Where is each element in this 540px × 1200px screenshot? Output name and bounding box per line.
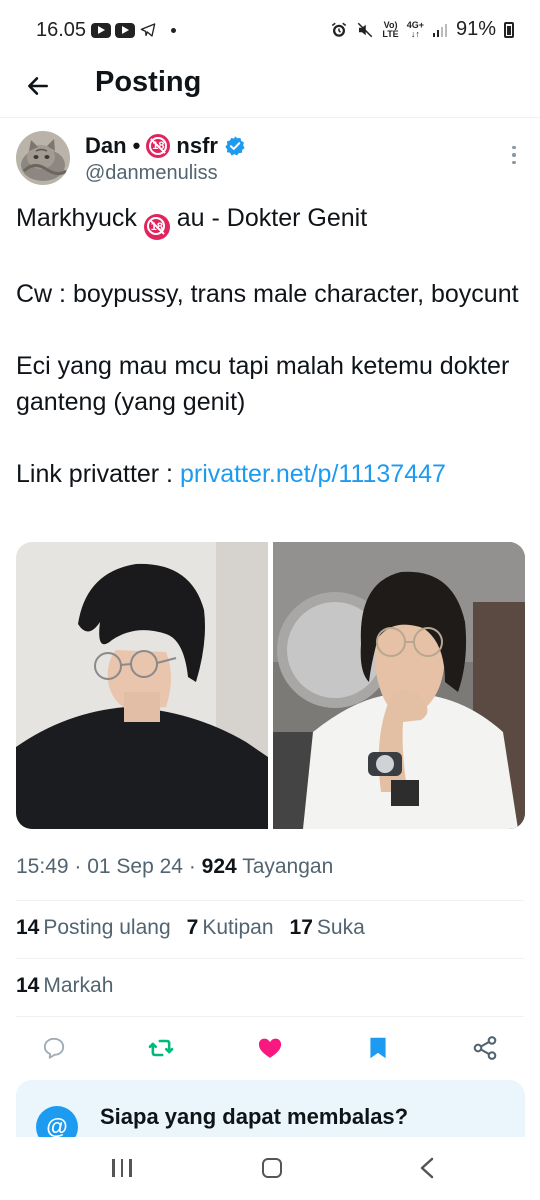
divider — [16, 900, 524, 901]
likes-stat[interactable]: 17 Suka — [290, 916, 365, 940]
bookmarks-stat[interactable]: 14 Markah — [16, 974, 113, 998]
reposts-stat[interactable]: 14 Posting ulang — [16, 916, 171, 940]
author-name: Dan • — [85, 133, 141, 158]
more-dots-icon — [512, 145, 516, 150]
battery-percent: 91% — [455, 18, 496, 40]
tweet-content-warning: Cw : boypussy, trans male character, boy… — [16, 280, 519, 308]
tweet-description: Eci yang mau mcu tapi malah ketemu dokte… — [16, 352, 510, 416]
share-button[interactable] — [469, 1032, 501, 1064]
alarm-icon — [332, 22, 347, 37]
tweet-link[interactable]: privatter.net/p/11137447 — [180, 460, 446, 488]
recent-apps-button[interactable] — [112, 1159, 132, 1177]
repost-icon — [148, 1039, 174, 1057]
heart-icon — [258, 1038, 282, 1058]
system-nav-bar — [0, 1137, 540, 1200]
reply-icon — [43, 1037, 65, 1059]
author-handle[interactable]: @danmenuliss — [85, 162, 218, 185]
status-time: 16.05 — [36, 19, 87, 41]
no-under-18-icon: 18 — [143, 214, 170, 240]
author-name-row[interactable]: Dan • 18 nsfr — [85, 133, 246, 159]
page-title: Posting — [95, 66, 202, 98]
tweet-meta: 15:49 · 01 Sep 24 · 924 Tayangan — [16, 855, 334, 878]
views-label: Tayangan — [242, 855, 334, 878]
tweet-line-title: Markhyuck 18 au - Dokter Genit — [16, 200, 526, 240]
arrow-left-icon — [28, 77, 48, 95]
share-icon — [473, 1036, 497, 1060]
who-can-reply-title: Siapa yang dapat membalas? — [100, 1104, 409, 1129]
battery-icon — [504, 21, 514, 38]
author-name-suffix: nsfr — [176, 133, 218, 158]
more-options-button[interactable] — [500, 140, 528, 170]
youtube-icon — [91, 22, 111, 38]
back-button[interactable] — [20, 68, 56, 104]
quotes-stat[interactable]: 7 Kutipan — [187, 916, 274, 940]
divider — [16, 1016, 524, 1017]
tweet-media — [16, 542, 525, 829]
notification-icons — [91, 22, 176, 38]
engagement-stats: 14 Posting ulang 7 Kutipan 17 Suka — [16, 916, 365, 940]
mute-icon — [358, 22, 373, 37]
more-notifications-dot — [171, 27, 176, 33]
tweet-time: 15:49 — [16, 855, 69, 878]
data-indicator: 4G+ ↓↑ — [406, 19, 424, 39]
views-count: 924 — [201, 855, 237, 878]
like-button[interactable] — [254, 1032, 286, 1064]
top-header: Posting — [0, 62, 540, 118]
tweet-date: 01 Sep 24 — [87, 855, 183, 878]
volte-indicator: Vo) LTE — [382, 19, 399, 39]
cat-avatar-image — [16, 131, 70, 185]
avatar[interactable] — [16, 131, 70, 185]
verified-badge-icon — [225, 136, 245, 156]
telegram-icon — [140, 23, 156, 37]
divider — [16, 958, 524, 959]
home-button[interactable] — [262, 1158, 282, 1178]
tweet-text: Markhyuck 18 au - Dokter Genit Cw : boyp… — [16, 200, 526, 492]
bookmark-icon — [370, 1037, 386, 1059]
signal-icon — [432, 23, 447, 37]
bookmark-button[interactable] — [362, 1032, 394, 1064]
youtube-icon — [115, 22, 135, 38]
photo-right[interactable] — [273, 542, 525, 829]
reply-button[interactable] — [38, 1032, 70, 1064]
system-status: Vo) LTE 4G+ ↓↑ 91% — [330, 18, 514, 41]
action-bar — [0, 1028, 540, 1068]
photo-left[interactable] — [16, 542, 268, 829]
tweet-link-line: Link privatter : privatter.net/p/1113744… — [16, 460, 446, 488]
no-under-18-icon: 18 — [146, 134, 171, 158]
repost-button[interactable] — [145, 1032, 177, 1064]
back-nav-icon[interactable] — [416, 1156, 438, 1180]
status-bar: 16.05 Vo) LTE 4G+ ↓↑ 91% — [0, 0, 540, 62]
